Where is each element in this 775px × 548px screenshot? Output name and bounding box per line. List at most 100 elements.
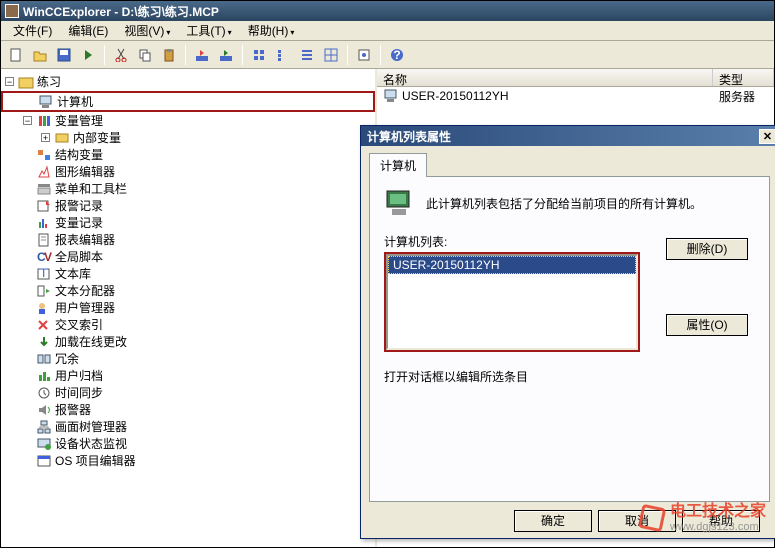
tree-textdist[interactable]: 文本分配器 — [1, 282, 375, 299]
dialog-title: 计算机列表属性 — [367, 128, 451, 145]
menu-edit[interactable]: 编辑(E) — [60, 20, 116, 41]
menus-icon — [36, 182, 52, 196]
tree-var-mgmt[interactable]: − 变量管理 — [1, 112, 375, 129]
tree-textlib[interactable]: T文本库 — [1, 265, 375, 282]
computer-icon — [383, 89, 399, 103]
tree-userarchive[interactable]: 用户归档 — [1, 367, 375, 384]
toolbar: ? — [1, 41, 774, 69]
menu-tools[interactable]: 工具(T)▾ — [178, 20, 239, 41]
play-icon[interactable] — [77, 44, 99, 66]
usermgr-icon — [36, 301, 52, 315]
toolbar-sep — [185, 45, 186, 65]
picturetree-icon — [36, 420, 52, 434]
report-icon — [36, 233, 52, 247]
tree-script[interactable]: CV全局脚本 — [1, 248, 375, 265]
grid-icon[interactable] — [320, 44, 342, 66]
expand-icon[interactable]: + — [41, 133, 50, 142]
menu-bar: 文件(F) 编辑(E) 视图(V)▾ 工具(T)▾ 帮助(H)▾ — [1, 21, 774, 41]
app-icon — [5, 4, 19, 18]
tree-computer[interactable]: 计算机 — [11, 93, 373, 110]
save-icon[interactable] — [53, 44, 75, 66]
list-header: 名称 类型 — [377, 69, 774, 87]
tree-report[interactable]: 报表编辑器 — [1, 231, 375, 248]
textdist-icon — [36, 284, 52, 298]
devstatus-icon — [36, 437, 52, 451]
new-icon[interactable] — [5, 44, 27, 66]
alarm-log-icon — [36, 199, 52, 213]
menu-view[interactable]: 视图(V)▾ — [116, 20, 178, 41]
tree-computer-highlight: 计算机 — [1, 91, 375, 112]
tree-redundancy[interactable]: 冗余 — [1, 350, 375, 367]
list-small-icon[interactable] — [272, 44, 294, 66]
dialog-hint: 打开对话框以编辑所选条目 — [384, 368, 755, 385]
watermark-url: www.dgjs123.com — [670, 521, 766, 533]
props-icon[interactable] — [353, 44, 375, 66]
dialog-titlebar[interactable]: 计算机列表属性 ✕ — [361, 126, 775, 146]
svg-text:V: V — [44, 250, 52, 264]
computer-listbox[interactable]: USER-20150112YH — [386, 254, 638, 350]
project-icon — [18, 75, 34, 89]
tree-menus[interactable]: 菜单和工具栏 — [1, 180, 375, 197]
window-title: WinCCExplorer - D:\练习\练习.MCP — [23, 3, 219, 20]
delete-button[interactable]: 删除(D) — [666, 238, 748, 260]
graphics-icon — [36, 165, 52, 179]
watermark: 电工技术之家 www.dgjs123.com — [640, 503, 766, 533]
tree-usermgr[interactable]: 用户管理器 — [1, 299, 375, 316]
watermark-name: 电工技术之家 — [670, 503, 766, 521]
internal-var-icon — [54, 131, 70, 145]
cell-type: 服务器 — [713, 88, 761, 105]
textlib-icon: T — [36, 267, 52, 281]
list-large-icon[interactable] — [248, 44, 270, 66]
list-row[interactable]: USER-20150112YH 服务器 — [377, 87, 774, 105]
toolbar-sep — [104, 45, 105, 65]
tree-picturetree[interactable]: 画面树管理器 — [1, 418, 375, 435]
online-icon — [36, 335, 52, 349]
tree-struct-var[interactable]: 结构变量 — [1, 146, 375, 163]
clock-icon — [36, 386, 52, 400]
tab-computer[interactable]: 计算机 — [369, 153, 427, 177]
tree-timesync[interactable]: 时间同步 — [1, 384, 375, 401]
tree-internal-var[interactable]: + 内部变量 — [1, 129, 375, 146]
script-icon: CV — [36, 250, 52, 264]
collapse-icon[interactable]: − — [5, 77, 14, 86]
dialog-computer-list-props: 计算机列表属性 ✕ 计算机 此计算机列表包括了分配给当前项目的所有计算机。 计算… — [360, 125, 775, 539]
var-log-icon — [36, 216, 52, 230]
properties-button[interactable]: 属性(O) — [666, 314, 748, 336]
cell-name: USER-20150112YH — [402, 89, 509, 103]
toolbar-sep — [347, 45, 348, 65]
tree-online[interactable]: 加载在线更改 — [1, 333, 375, 350]
svg-text:?: ? — [393, 48, 400, 62]
userarchive-icon — [36, 369, 52, 383]
ok-button[interactable]: 确定 — [514, 510, 592, 532]
tree-oseditor[interactable]: OS 项目编辑器 — [1, 452, 375, 469]
paste-icon[interactable] — [158, 44, 180, 66]
col-type[interactable]: 类型 — [713, 69, 774, 86]
col-name[interactable]: 名称 — [377, 69, 713, 86]
tree-devstatus[interactable]: 设备状态监视 — [1, 435, 375, 452]
menu-help[interactable]: 帮助(H)▾ — [240, 20, 303, 41]
watermark-logo-icon — [638, 504, 666, 532]
run1-icon[interactable] — [191, 44, 213, 66]
tree-var-log[interactable]: 变量记录 — [1, 214, 375, 231]
listbox-item-selected[interactable]: USER-20150112YH — [388, 256, 636, 274]
list-detail-icon[interactable] — [296, 44, 318, 66]
toolbar-sep — [380, 45, 381, 65]
toolbar-sep — [242, 45, 243, 65]
variable-icon — [36, 114, 52, 128]
menu-file[interactable]: 文件(F) — [5, 20, 60, 41]
help-icon[interactable]: ? — [386, 44, 408, 66]
tree-root[interactable]: − 练习 — [1, 73, 375, 90]
open-icon[interactable] — [29, 44, 51, 66]
collapse-icon[interactable]: − — [23, 116, 32, 125]
tree-crossref[interactable]: 交叉索引 — [1, 316, 375, 333]
tree-graphics[interactable]: 图形编辑器 — [1, 163, 375, 180]
copy-icon[interactable] — [134, 44, 156, 66]
struct-var-icon — [36, 148, 52, 162]
tree-alarm-log[interactable]: 报警记录 — [1, 197, 375, 214]
tree-horn[interactable]: 报警器 — [1, 401, 375, 418]
oseditor-icon — [36, 454, 52, 468]
close-icon[interactable]: ✕ — [759, 129, 775, 144]
window-titlebar: WinCCExplorer - D:\练习\练习.MCP — [1, 1, 774, 21]
run2-icon[interactable] — [215, 44, 237, 66]
cut-icon[interactable] — [110, 44, 132, 66]
